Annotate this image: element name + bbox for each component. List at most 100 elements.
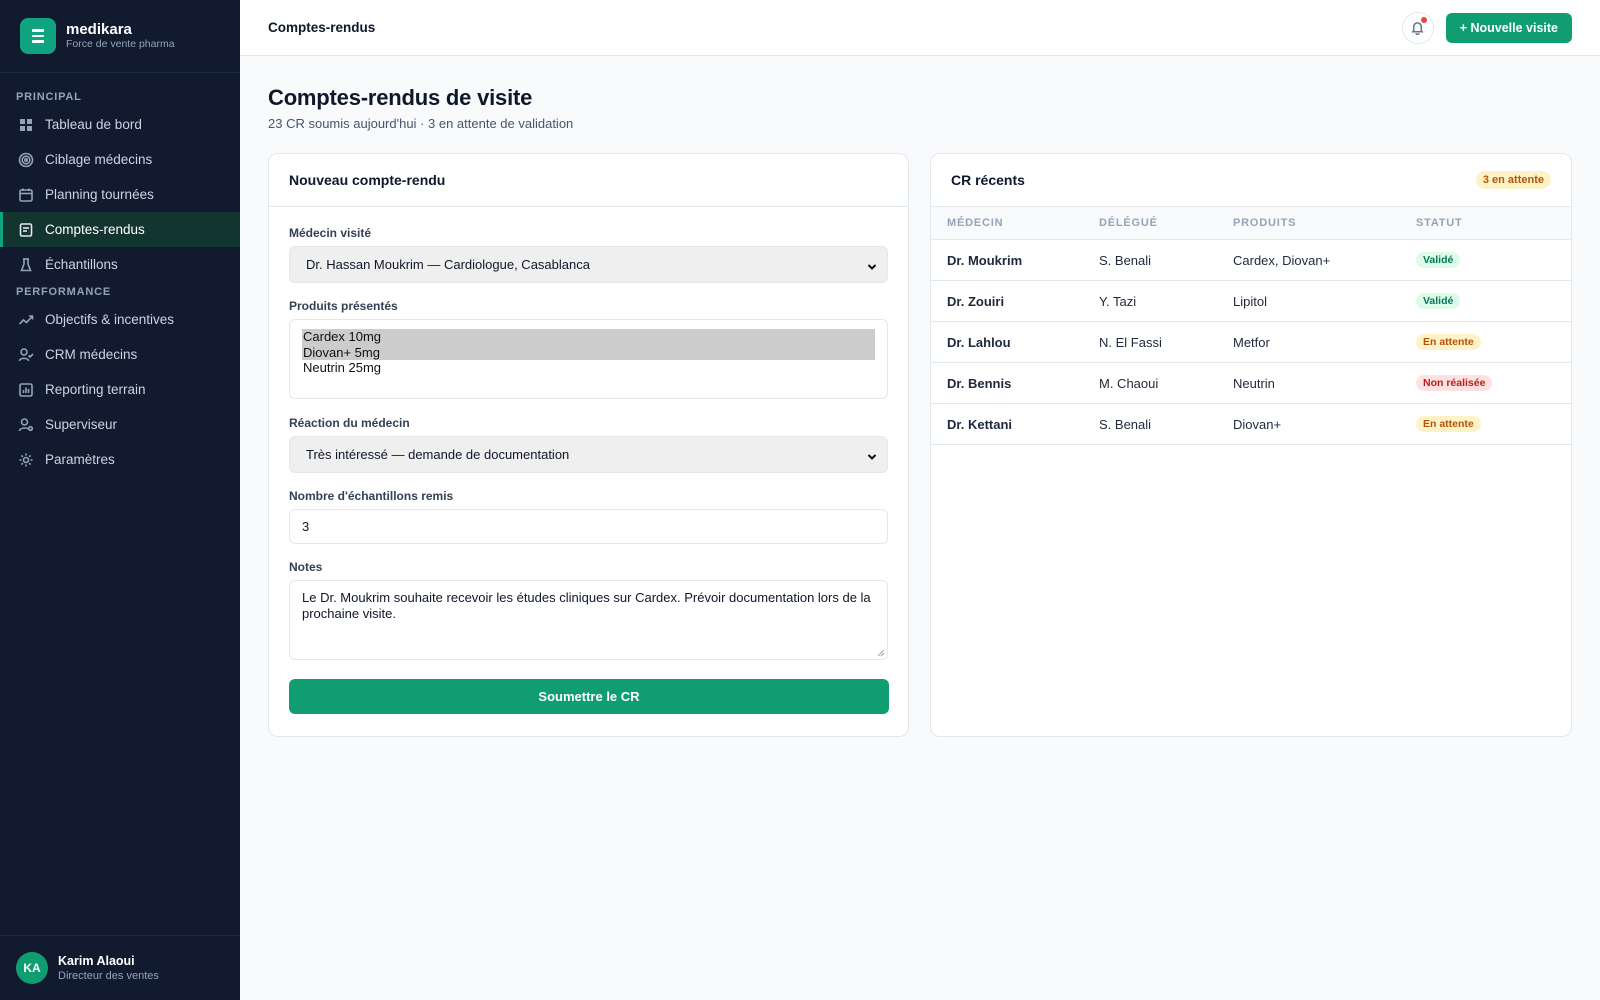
row-delegate: M. Chaoui bbox=[1099, 375, 1159, 391]
table-row[interactable]: Dr. Lahlou N. El Fassi Metfor En attente bbox=[931, 322, 1571, 363]
target-icon bbox=[18, 152, 34, 168]
row-delegate: N. El Fassi bbox=[1099, 334, 1162, 350]
row-products: Diovan+ bbox=[1233, 416, 1282, 432]
submit-report-button[interactable]: Soumettre le CR bbox=[289, 679, 889, 714]
notification-dot bbox=[1420, 16, 1427, 23]
sidebar-item-label: Tableau de bord bbox=[45, 117, 142, 132]
status-badge: Non réalisée bbox=[1416, 375, 1493, 391]
product-option[interactable]: Diovan+ 5mg bbox=[302, 344, 875, 360]
row-doctor: Dr. Kettani bbox=[947, 416, 1013, 432]
product-option[interactable]: Neutrin 25mg bbox=[302, 360, 875, 376]
doctor-label: Médecin visité bbox=[289, 226, 372, 240]
column-header-products[interactable]: PRODUITS bbox=[1233, 217, 1296, 229]
page-subtitle: 23 CR soumis aujourd'hui · 3 en attente … bbox=[268, 116, 574, 131]
chevron-down-icon bbox=[867, 450, 877, 460]
brand-logo-icon bbox=[20, 18, 56, 54]
recent-reports-card: CR récents 3 en attente MÉDECIN DÉLÉGUÉ … bbox=[930, 153, 1572, 737]
topbar: Comptes-rendus + Nouvelle visite bbox=[240, 0, 1600, 56]
brand-tagline: Force de vente pharma bbox=[66, 38, 175, 50]
user-gear-icon bbox=[18, 417, 34, 433]
table-row[interactable]: Dr. Kettani S. Benali Diovan+ En attente bbox=[931, 404, 1571, 445]
sidebar-item-label: CRM médecins bbox=[45, 347, 138, 362]
user-name: Karim Alaoui bbox=[58, 953, 135, 968]
chevron-down-icon bbox=[867, 260, 877, 270]
row-doctor: Dr. Zouiri bbox=[947, 293, 1005, 309]
row-delegate: S. Benali bbox=[1099, 252, 1152, 268]
notes-label: Notes bbox=[289, 560, 323, 574]
grid-icon bbox=[18, 117, 34, 133]
notes-textarea[interactable]: Le Dr. Moukrim souhaite recevoir les étu… bbox=[289, 580, 888, 660]
new-report-card: Nouveau compte-rendu Médecin visité Dr. … bbox=[268, 153, 909, 737]
status-badge: En attente bbox=[1416, 416, 1481, 432]
pending-count-badge: 3 en attente bbox=[1475, 171, 1551, 189]
flask-icon bbox=[18, 257, 34, 273]
samples-input[interactable]: 3 bbox=[289, 509, 888, 544]
calendar-icon bbox=[18, 187, 34, 203]
user-check-icon bbox=[18, 347, 34, 363]
row-products: Lipitol bbox=[1233, 293, 1267, 309]
notes-text: Le Dr. Moukrim souhaite recevoir les étu… bbox=[302, 590, 871, 621]
avatar: KA bbox=[16, 952, 48, 984]
sidebar-item-label: Échantillons bbox=[45, 257, 118, 272]
reaction-select[interactable]: Très intéressé — demande de documentatio… bbox=[289, 436, 888, 473]
card-title: Nouveau compte-rendu bbox=[289, 172, 446, 188]
nav-section-performance: PERFORMANCE bbox=[16, 286, 111, 298]
row-doctor: Dr. Moukrim bbox=[947, 252, 1023, 268]
status-badge: Validé bbox=[1416, 252, 1461, 268]
new-visit-button[interactable]: + Nouvelle visite bbox=[1445, 12, 1572, 43]
sidebar-item-reporting-terrain[interactable]: Reporting terrain bbox=[0, 372, 240, 407]
column-header-status[interactable]: STATUT bbox=[1416, 217, 1463, 229]
sidebar-item-label: Superviseur bbox=[45, 417, 118, 432]
products-label: Produits présentés bbox=[289, 299, 398, 313]
row-doctor: Dr. Bennis bbox=[947, 375, 1012, 391]
sidebar-item-label: Planning tournées bbox=[45, 187, 154, 202]
samples-label: Nombre d'échantillons remis bbox=[289, 489, 454, 503]
sidebar-item-label: Objectifs & incentives bbox=[45, 312, 175, 327]
column-header-doctor[interactable]: MÉDECIN bbox=[947, 217, 1003, 229]
doctor-select-value: Dr. Hassan Moukrim — Cardiologue, Casabl… bbox=[306, 257, 590, 272]
sidebar-item-parametres[interactable]: Paramètres bbox=[0, 442, 240, 477]
sidebar-item-planning-tournees[interactable]: Planning tournées bbox=[0, 177, 240, 212]
sidebar-item-tableau-de-bord[interactable]: Tableau de bord bbox=[0, 107, 240, 142]
sidebar-item-crm-medecins[interactable]: CRM médecins bbox=[0, 337, 240, 372]
user-role: Directeur des ventes bbox=[58, 969, 159, 982]
sidebar-item-objectifs-incentives[interactable]: Objectifs & incentives bbox=[0, 302, 240, 337]
brand-name: medikara bbox=[66, 21, 132, 38]
table-row[interactable]: Dr. Zouiri Y. Tazi Lipitol Validé bbox=[931, 281, 1571, 322]
column-header-delegate[interactable]: DÉLÉGUÉ bbox=[1099, 217, 1158, 229]
row-delegate: Y. Tazi bbox=[1099, 293, 1137, 309]
table-row[interactable]: Dr. Bennis M. Chaoui Neutrin Non réalisé… bbox=[931, 363, 1571, 404]
main-content: Comptes-rendus de visite 23 CR soumis au… bbox=[268, 56, 1572, 737]
resize-handle-icon[interactable] bbox=[877, 649, 885, 657]
sidebar-item-echantillons[interactable]: Échantillons bbox=[0, 247, 240, 282]
sidebar-item-label: Reporting terrain bbox=[45, 382, 146, 397]
reaction-select-value: Très intéressé — demande de documentatio… bbox=[306, 447, 570, 462]
user-profile[interactable]: KA Karim Alaoui Directeur des ventes bbox=[0, 935, 240, 1000]
doctor-select[interactable]: Dr. Hassan Moukrim — Cardiologue, Casabl… bbox=[289, 246, 888, 283]
status-badge: En attente bbox=[1416, 334, 1481, 350]
sidebar: medikara Force de vente pharma PRINCIPAL… bbox=[0, 0, 240, 1000]
table-row[interactable]: Dr. Moukrim S. Benali Cardex, Diovan+ Va… bbox=[931, 240, 1571, 281]
gear-icon bbox=[18, 452, 34, 468]
sidebar-item-label: Comptes-rendus bbox=[45, 222, 145, 237]
row-products: Metfor bbox=[1233, 334, 1270, 350]
row-products: Cardex, Diovan+ bbox=[1233, 252, 1331, 268]
sidebar-item-comptes-rendus[interactable]: Comptes-rendus bbox=[0, 212, 240, 247]
card-title: CR récents bbox=[951, 172, 1025, 188]
document-icon bbox=[18, 222, 34, 238]
trend-icon bbox=[18, 312, 34, 328]
table-header: MÉDECIN DÉLÉGUÉ PRODUITS STATUT bbox=[931, 207, 1571, 240]
sidebar-item-ciblage-medecins[interactable]: Ciblage médecins bbox=[0, 142, 240, 177]
status-badge: Validé bbox=[1416, 293, 1461, 309]
sidebar-item-label: Paramètres bbox=[45, 452, 115, 467]
topbar-title: Comptes-rendus bbox=[268, 20, 376, 35]
sidebar-item-superviseur[interactable]: Superviseur bbox=[0, 407, 240, 442]
row-delegate: S. Benali bbox=[1099, 416, 1152, 432]
product-option[interactable]: Cardex 10mg bbox=[302, 329, 875, 345]
row-doctor: Dr. Lahlou bbox=[947, 334, 1011, 350]
nav-section-principal: PRINCIPAL bbox=[16, 91, 82, 103]
sidebar-item-label: Ciblage médecins bbox=[45, 152, 153, 167]
products-multiselect[interactable]: Cardex 10mg Diovan+ 5mg Neutrin 25mg bbox=[289, 319, 888, 399]
notifications-button[interactable] bbox=[1401, 11, 1434, 44]
brand[interactable]: medikara Force de vente pharma bbox=[0, 0, 240, 73]
